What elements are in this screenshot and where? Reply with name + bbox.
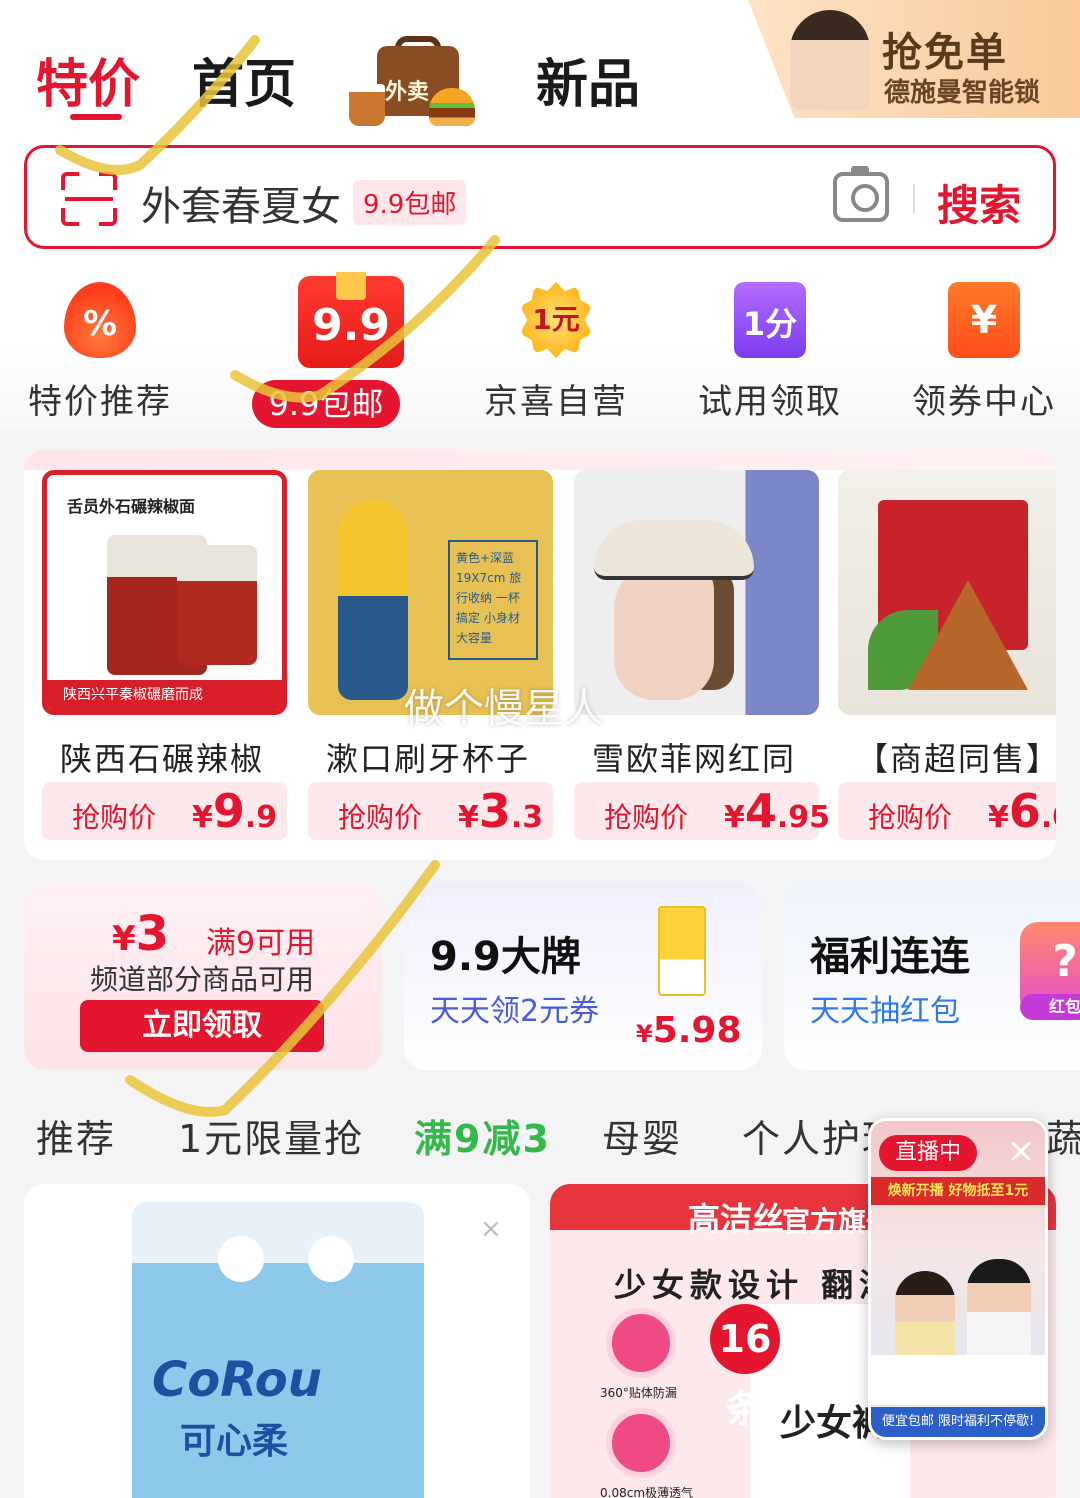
coffee-cup-icon: [349, 84, 385, 126]
shopping-bag-icon: 1分: [734, 282, 806, 358]
live-badge: 直播中: [879, 1135, 977, 1171]
product-card[interactable]: 黄色+深蓝 19X7cm 旅行收纳 一杯搞定 小身材大容量 漱口刷牙杯子 抢购价…: [308, 470, 553, 850]
product-card[interactable]: 雪欧菲网红同 抢购价 ¥4.95: [574, 470, 830, 850]
feed-tab-spend-9-save-3[interactable]: 满9减3: [414, 1108, 551, 1163]
coin-badge-icon: 1元: [520, 282, 592, 358]
red-packet-icon: ? 红包: [1020, 922, 1080, 1020]
tissue-package-image: CoRou 可心柔: [132, 1202, 424, 1498]
search-hint-tag: 9.9包邮: [353, 180, 467, 225]
price-label: 抢购价: [868, 801, 953, 834]
category-label: 特价推荐: [28, 382, 172, 422]
scan-icon[interactable]: [61, 172, 117, 226]
product-name: 陕西石碾辣椒: [60, 740, 265, 778]
leak-proof-icon: [606, 1308, 676, 1378]
product-image: [838, 470, 1056, 715]
search-input[interactable]: 外套春夏女: [141, 174, 341, 232]
top-nav: 特价 首页 外卖 新品 抢免单 德施曼智能锁: [0, 0, 1080, 130]
coupon-card[interactable]: ¥3 满9可用 频道部分商品可用 立即领取: [24, 882, 382, 1070]
feature-caption: 360°贴体防漏: [600, 1386, 677, 1400]
fire-percent-icon: %: [64, 282, 136, 358]
product-image: 舌员外石碾辣椒面 陕西兴平秦椒碾磨而成: [42, 470, 287, 715]
active-tab-underline: [70, 114, 122, 120]
welfare-card[interactable]: 福利连连 天天抽红包 ? 红包: [784, 882, 1080, 1070]
kotex-headline: 少女款设计 翻滚: [614, 1266, 898, 1304]
food-delivery-label: 外卖: [385, 80, 430, 105]
product-price-box: 抢购价 ¥4.95: [574, 782, 830, 840]
category-label: 领券中心: [912, 382, 1056, 422]
close-icon[interactable]: ×: [1003, 1133, 1039, 1169]
feed-tab-mother-baby[interactable]: 母婴: [602, 1108, 682, 1163]
pack-count-badge: 16条: [710, 1304, 780, 1431]
coupon-description: 频道部分商品可用: [90, 963, 315, 996]
product-name: 雪欧菲网红同: [592, 740, 797, 778]
gift-box-icon: 9.9: [298, 272, 404, 368]
breathable-icon: [606, 1408, 676, 1478]
claim-coupon-button[interactable]: 立即领取: [80, 1000, 324, 1052]
search-bar[interactable]: 外套春夏女 9.9包邮 搜索: [24, 145, 1056, 249]
price-value: ¥9.9: [192, 784, 278, 838]
food-delivery-entry[interactable]: 外卖: [345, 36, 475, 128]
feed-product-card[interactable]: CoRou 可心柔 ×: [24, 1184, 530, 1498]
tab-home[interactable]: 首页: [192, 42, 296, 117]
tissue-brand: CoRou: [152, 1352, 322, 1408]
product-image-footer: 陕西兴平秦椒碾磨而成: [47, 680, 282, 710]
product-image-header: 舌员外石碾辣椒面: [67, 497, 196, 516]
big-brand-card[interactable]: 9.9大牌 天天领2元券 ¥5.98: [404, 882, 762, 1070]
category-label: 京喜自营: [484, 382, 628, 422]
product-name: 漱口刷牙杯子: [326, 740, 531, 778]
category-coupon-center[interactable]: ¥ 领券中心: [884, 282, 1080, 432]
product-name: 【商超同售】: [856, 740, 1056, 778]
feed-tab-recommend[interactable]: 推荐: [36, 1108, 116, 1163]
price-label: 抢购价: [604, 801, 689, 834]
big-brand-title: 9.9大牌: [430, 934, 581, 980]
search-divider: [913, 184, 915, 214]
product-card[interactable]: 舌员外石碾辣椒面 陕西兴平秦椒碾磨而成 陕西石碾辣椒 抢购价 ¥9.9: [42, 470, 287, 850]
promo-subtitle: 德施曼智能锁: [884, 78, 1041, 108]
coupon-amount: ¥3: [112, 906, 170, 962]
category-jingxi-selfrun[interactable]: 1元 京喜自营: [456, 282, 656, 432]
product-card[interactable]: 【商超同售】 抢购价 ¥6.05: [838, 470, 1056, 850]
live-table: [871, 1355, 1045, 1405]
tab-special-offer[interactable]: 特价: [36, 42, 140, 117]
category-special-recommend[interactable]: % 特价推荐: [0, 282, 200, 432]
price-label: 抢购价: [72, 801, 157, 834]
live-stream-float[interactable]: 焕新开播 好物抵至1元 直播中 × 便宜包邮 限时福利不停歇!: [868, 1118, 1048, 1440]
product-image-spec-box: 黄色+深蓝 19X7cm 旅行收纳 一杯搞定 小身材大容量: [448, 540, 538, 660]
welfare-subtitle: 天天抽红包: [810, 994, 960, 1029]
watermark-text: 做个慢星人: [404, 686, 604, 732]
promo-model-photo: [790, 10, 870, 110]
coupon-ticket-icon: ¥: [948, 282, 1020, 358]
welfare-title: 福利连连: [810, 934, 970, 980]
live-footer: 便宜包邮 限时福利不停歇!: [871, 1407, 1045, 1437]
kotex-brand: 高洁丝: [688, 1200, 785, 1238]
product-price-box: 抢购价 ¥3.3: [308, 782, 553, 840]
feed-tab-1-yuan-flash[interactable]: 1元限量抢: [178, 1108, 364, 1163]
live-banner: 焕新开播 好物抵至1元: [871, 1177, 1045, 1205]
feature-caption: 0.08cm极薄透气: [600, 1486, 694, 1498]
tab-new-arrivals[interactable]: 新品: [536, 42, 640, 117]
price-value: ¥6.05: [988, 784, 1056, 838]
big-brand-subtitle: 天天领2元券: [430, 994, 600, 1029]
flour-product-image: [658, 906, 706, 996]
camera-icon[interactable]: [833, 166, 889, 222]
promo-title: 抢免单: [882, 30, 1008, 76]
deal-products-carousel[interactable]: 舌员外石碾辣椒面 陕西兴平秦椒碾磨而成 陕西石碾辣椒 抢购价 ¥9.9 黄色+深…: [24, 450, 1056, 860]
category-label-active-pill[interactable]: 9.9包邮: [252, 380, 400, 428]
category-trial[interactable]: 1分 试用领取: [670, 282, 870, 432]
big-brand-price: ¥5.98: [636, 1010, 742, 1051]
category-label: 试用领取: [698, 382, 842, 422]
product-price-box: 抢购价 ¥9.9: [42, 782, 287, 840]
price-label: 抢购价: [338, 801, 423, 834]
coupon-condition: 满9可用: [206, 926, 316, 961]
close-icon[interactable]: ×: [480, 1214, 502, 1244]
tissue-brand-cn: 可心柔: [180, 1421, 289, 1462]
price-value: ¥3.3: [458, 784, 544, 838]
price-value: ¥4.95: [724, 784, 831, 838]
carousel-top-strip: [24, 450, 1056, 470]
search-button[interactable]: 搜索: [937, 172, 1021, 233]
burger-icon: [429, 88, 475, 126]
product-price-box: 抢购价 ¥6.05: [838, 782, 1056, 840]
product-image: [574, 470, 819, 715]
